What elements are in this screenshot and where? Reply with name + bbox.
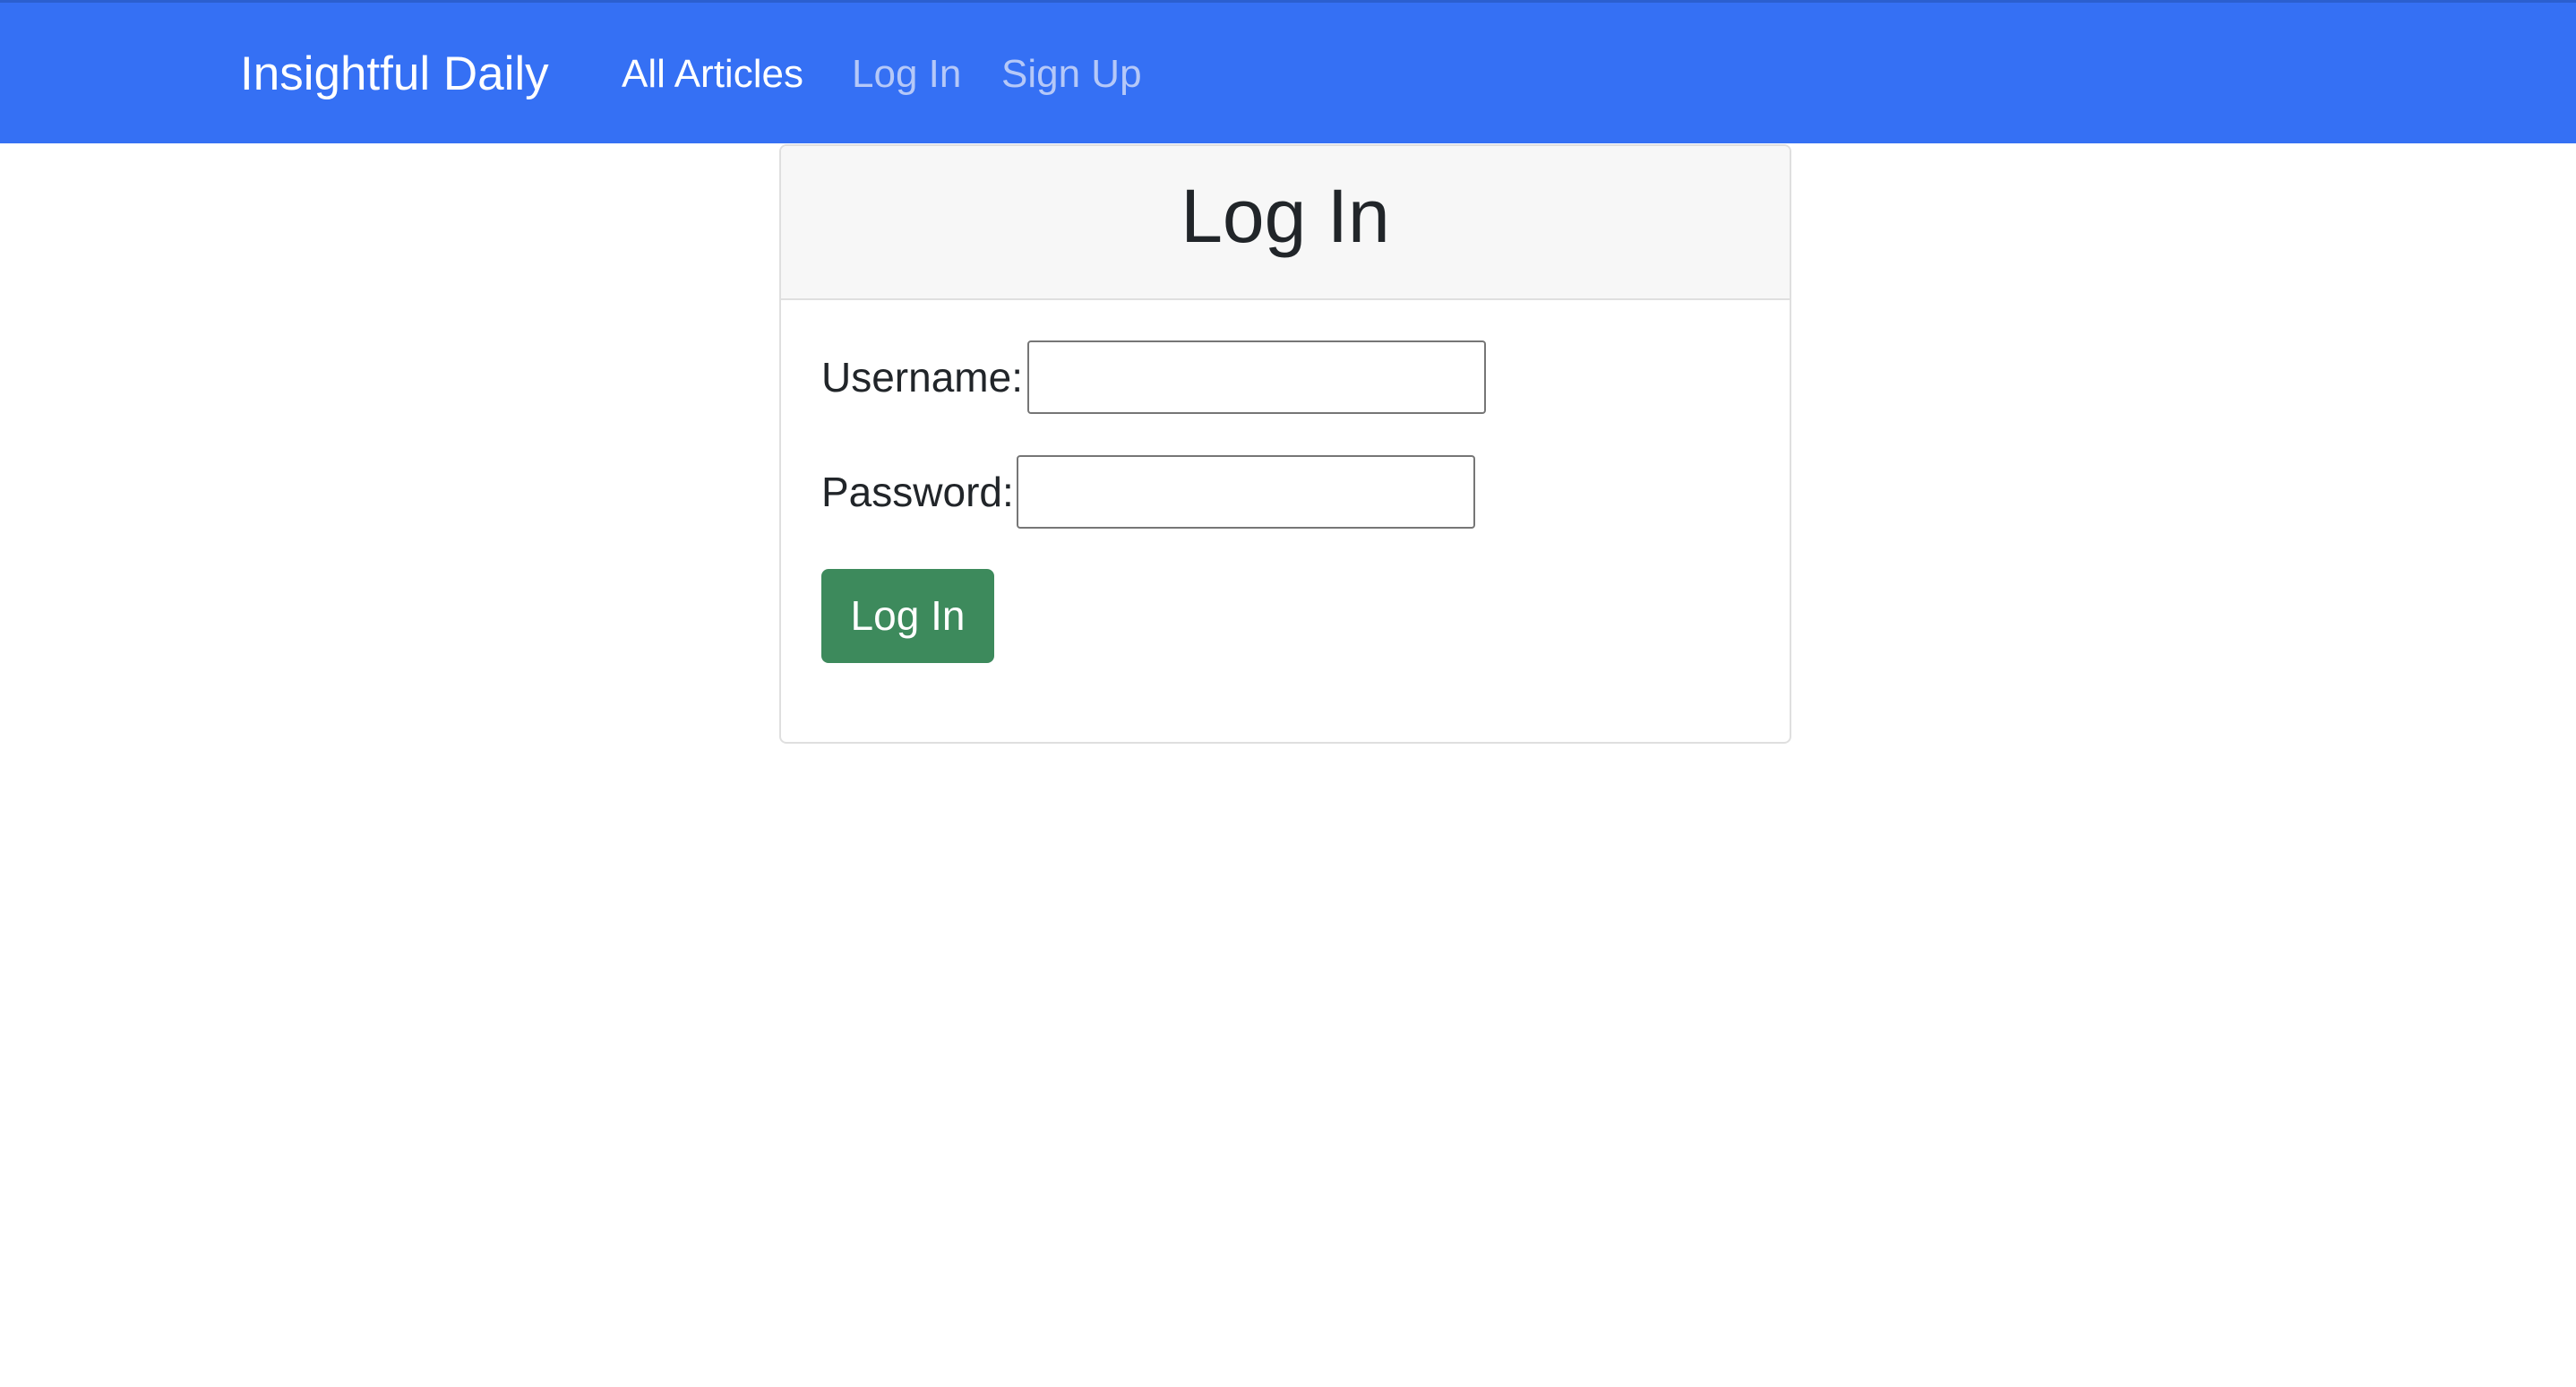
log-in-button[interactable]: Log In xyxy=(821,569,994,663)
login-card-header: Log In xyxy=(781,146,1790,300)
password-label: Password: xyxy=(821,469,1014,515)
page-title: Log In xyxy=(1181,174,1390,258)
password-input[interactable] xyxy=(1017,455,1475,529)
nav-link-log-in[interactable]: Log In xyxy=(852,51,961,98)
brand-link[interactable]: Insightful Daily xyxy=(240,47,549,101)
username-label: Username: xyxy=(821,354,1023,401)
top-navbar: Insightful Daily All Articles Log In Sig… xyxy=(0,0,2576,143)
username-input[interactable] xyxy=(1027,340,1486,414)
nav-link-sign-up[interactable]: Sign Up xyxy=(1001,51,1142,98)
nav-link-all-articles[interactable]: All Articles xyxy=(622,51,803,98)
login-card: Log In Username: Password: Log In xyxy=(779,144,1791,744)
